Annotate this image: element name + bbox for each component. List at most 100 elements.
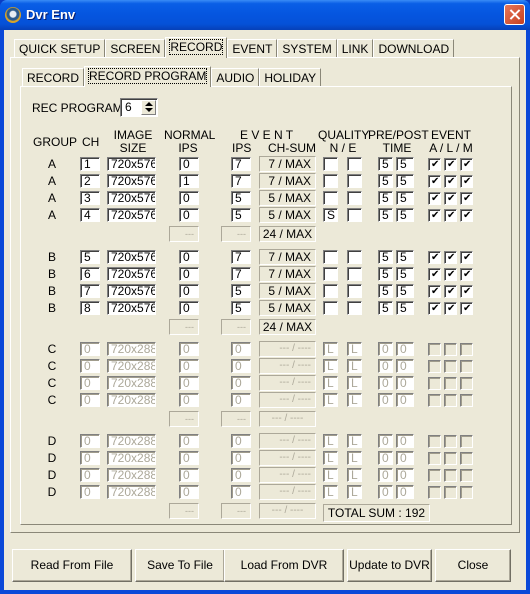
image-size-field[interactable]: 720x288: [107, 451, 156, 465]
pre-time-field[interactable]: 5: [378, 174, 393, 188]
image-size-field[interactable]: 720x576: [107, 250, 156, 264]
rec-program-spinner[interactable]: 6: [120, 98, 158, 117]
tab-quick-setup[interactable]: QUICK SETUP: [14, 39, 106, 58]
quality-n-field[interactable]: [323, 250, 338, 264]
tab-record[interactable]: RECORD: [165, 37, 228, 58]
event-l-checkbox[interactable]: [444, 360, 457, 373]
pre-time-field[interactable]: 0: [378, 468, 393, 482]
spin-buttons[interactable]: [141, 100, 156, 115]
event-a-checkbox[interactable]: [428, 469, 441, 482]
event-a-checkbox[interactable]: [428, 486, 441, 499]
subtab-record[interactable]: RECORD: [22, 68, 85, 87]
normal-ips-field[interactable]: 0: [179, 376, 199, 390]
event-m-checkbox[interactable]: ✔: [460, 209, 473, 222]
event-l-checkbox[interactable]: ✔: [444, 209, 457, 222]
quality-e-field[interactable]: L: [347, 468, 362, 482]
post-time-field[interactable]: 5: [396, 267, 414, 281]
load-from-dvr-button[interactable]: Load From DVR: [224, 549, 344, 582]
event-m-checkbox[interactable]: [460, 435, 473, 448]
event-ips-field[interactable]: 0: [231, 393, 251, 407]
post-time-field[interactable]: 0: [396, 434, 414, 448]
pre-time-field[interactable]: 0: [378, 342, 393, 356]
quality-n-field[interactable]: L: [323, 376, 338, 390]
image-size-field[interactable]: 720x288: [107, 393, 156, 407]
event-m-checkbox[interactable]: ✔: [460, 251, 473, 264]
ch-field[interactable]: 0: [80, 342, 100, 356]
event-ips-field[interactable]: 0: [231, 485, 251, 499]
event-a-checkbox[interactable]: [428, 435, 441, 448]
event-a-checkbox[interactable]: ✔: [428, 175, 441, 188]
quality-n-field[interactable]: [323, 191, 338, 205]
event-l-checkbox[interactable]: ✔: [444, 251, 457, 264]
normal-ips-field[interactable]: 1: [179, 174, 199, 188]
event-l-checkbox[interactable]: [444, 394, 457, 407]
quality-e-field[interactable]: L: [347, 485, 362, 499]
event-m-checkbox[interactable]: [460, 469, 473, 482]
save-to-file-button[interactable]: Save To File: [135, 549, 225, 582]
image-size-field[interactable]: 720x576: [107, 208, 156, 222]
close-icon[interactable]: [504, 4, 525, 25]
quality-n-field[interactable]: [323, 301, 338, 315]
quality-e-field[interactable]: L: [347, 342, 362, 356]
image-size-field[interactable]: 720x288: [107, 434, 156, 448]
pre-time-field[interactable]: 5: [378, 267, 393, 281]
normal-ips-field[interactable]: 0: [179, 434, 199, 448]
event-ips-field[interactable]: 5: [231, 191, 251, 205]
event-l-checkbox[interactable]: ✔: [444, 192, 457, 205]
event-a-checkbox[interactable]: [428, 377, 441, 390]
ch-field[interactable]: 0: [80, 359, 100, 373]
quality-e-field[interactable]: [347, 284, 362, 298]
update-to-dvr-button[interactable]: Update to DVR: [347, 549, 432, 582]
event-ips-field[interactable]: 5: [231, 284, 251, 298]
quality-n-field[interactable]: L: [323, 451, 338, 465]
quality-e-field[interactable]: L: [347, 376, 362, 390]
spin-up-arrow-icon[interactable]: [145, 102, 153, 106]
event-a-checkbox[interactable]: [428, 343, 441, 356]
quality-e-field[interactable]: [347, 174, 362, 188]
quality-n-field[interactable]: [323, 284, 338, 298]
pre-time-field[interactable]: 5: [378, 284, 393, 298]
event-ips-field[interactable]: 5: [231, 301, 251, 315]
normal-ips-field[interactable]: 0: [179, 267, 199, 281]
image-size-field[interactable]: 720x288: [107, 468, 156, 482]
ch-field[interactable]: 4: [80, 208, 100, 222]
quality-n-field[interactable]: [323, 174, 338, 188]
event-ips-field[interactable]: 0: [231, 434, 251, 448]
event-a-checkbox[interactable]: ✔: [428, 302, 441, 315]
quality-e-field[interactable]: [347, 301, 362, 315]
pre-time-field[interactable]: 0: [378, 376, 393, 390]
normal-ips-field[interactable]: 0: [179, 284, 199, 298]
event-m-checkbox[interactable]: ✔: [460, 175, 473, 188]
post-time-field[interactable]: 5: [396, 191, 414, 205]
event-m-checkbox[interactable]: [460, 377, 473, 390]
tab-system[interactable]: SYSTEM: [277, 39, 337, 58]
event-m-checkbox[interactable]: [460, 343, 473, 356]
normal-ips-field[interactable]: 0: [179, 191, 199, 205]
event-a-checkbox[interactable]: ✔: [428, 268, 441, 281]
event-ips-field[interactable]: 7: [231, 250, 251, 264]
quality-n-field[interactable]: S: [323, 208, 338, 222]
quality-n-field[interactable]: L: [323, 468, 338, 482]
event-l-checkbox[interactable]: ✔: [444, 175, 457, 188]
tab-download[interactable]: DOWNLOAD: [373, 39, 455, 58]
event-m-checkbox[interactable]: [460, 360, 473, 373]
ch-field[interactable]: 0: [80, 468, 100, 482]
quality-e-field[interactable]: [347, 208, 362, 222]
quality-e-field[interactable]: [347, 267, 362, 281]
event-m-checkbox[interactable]: ✔: [460, 158, 473, 171]
close-button[interactable]: Close: [435, 549, 511, 582]
quality-e-field[interactable]: [347, 191, 362, 205]
post-time-field[interactable]: 0: [396, 468, 414, 482]
post-time-field[interactable]: 0: [396, 359, 414, 373]
quality-n-field[interactable]: [323, 267, 338, 281]
pre-time-field[interactable]: 0: [378, 451, 393, 465]
quality-e-field[interactable]: [347, 250, 362, 264]
event-a-checkbox[interactable]: ✔: [428, 251, 441, 264]
image-size-field[interactable]: 720x576: [107, 284, 156, 298]
event-l-checkbox[interactable]: [444, 343, 457, 356]
normal-ips-field[interactable]: 0: [179, 250, 199, 264]
normal-ips-field[interactable]: 0: [179, 468, 199, 482]
image-size-field[interactable]: 720x576: [107, 267, 156, 281]
quality-e-field[interactable]: [347, 157, 362, 171]
image-size-field[interactable]: 720x576: [107, 301, 156, 315]
